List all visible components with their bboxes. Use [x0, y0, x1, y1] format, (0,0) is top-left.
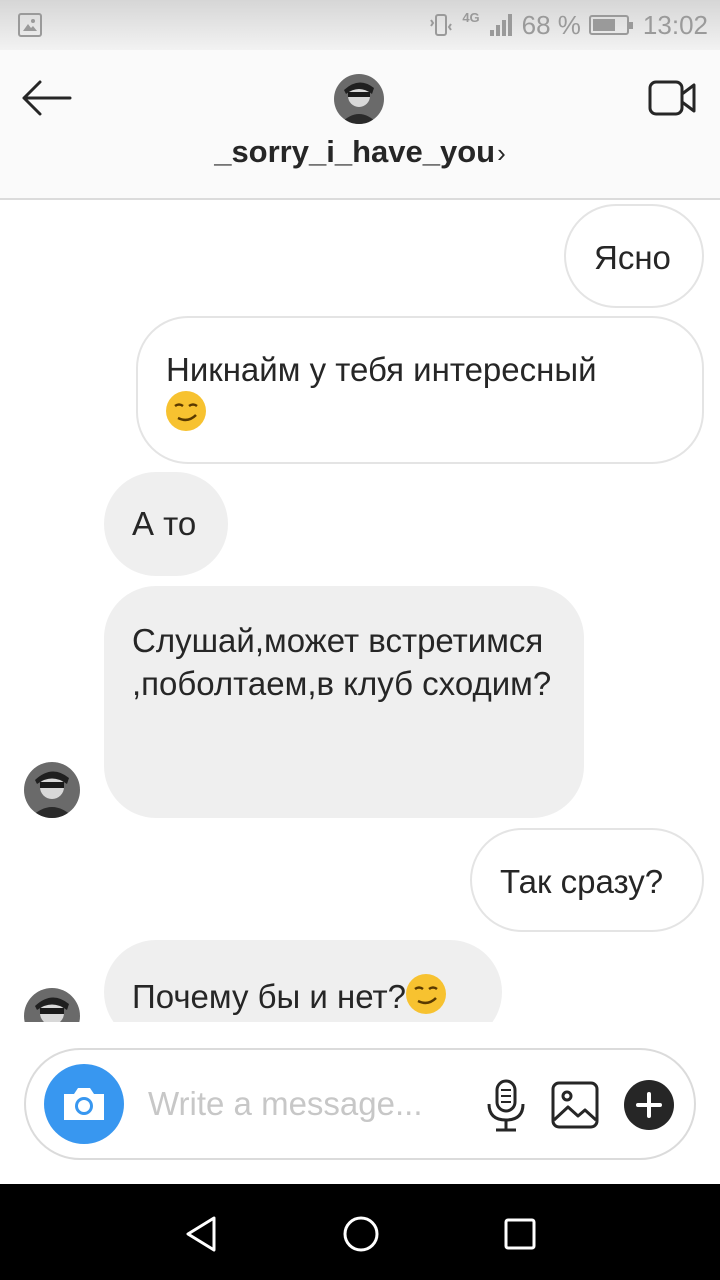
- clock: 13:02: [642, 9, 708, 40]
- camera-button[interactable]: [44, 1064, 124, 1144]
- network-type: 4G: [462, 10, 480, 25]
- status-bar: 4G 68 % 13:02: [0, 0, 720, 50]
- vibrate-icon: [430, 14, 453, 36]
- sender-avatar[interactable]: [24, 988, 80, 1022]
- message-bubble-sent[interactable]: Никнайм у тебя интересный: [136, 316, 704, 464]
- plus-icon: [636, 1092, 662, 1118]
- back-button[interactable]: [20, 78, 76, 118]
- smirk-emoji-icon: [166, 391, 206, 431]
- system-nav-bar: [0, 1184, 720, 1280]
- message-text: Слушай,может встретимся ,поболтаем,в клу…: [132, 622, 552, 702]
- chat-header: _sorry_i_have_you›: [0, 50, 720, 200]
- gallery-button[interactable]: [550, 1080, 600, 1130]
- header-avatar[interactable]: [334, 74, 384, 124]
- arrow-left-icon: [22, 80, 72, 116]
- image-notification-icon: [18, 13, 42, 37]
- message-text: А то: [132, 505, 197, 542]
- triangle-back-icon: [186, 1216, 216, 1252]
- nav-home-button[interactable]: [339, 1212, 383, 1256]
- square-recents-icon: [504, 1218, 536, 1250]
- video-camera-icon: [648, 80, 696, 116]
- nav-back-button[interactable]: [180, 1212, 224, 1256]
- microphone-icon: [487, 1079, 525, 1132]
- add-button[interactable]: [624, 1080, 674, 1130]
- message-list[interactable]: Ясно Никнайм у тебя интересный А то Слуш…: [0, 200, 720, 1022]
- video-call-button[interactable]: [648, 78, 698, 118]
- nav-recents-button[interactable]: [498, 1212, 542, 1256]
- camera-icon: [64, 1088, 104, 1120]
- chat-username[interactable]: _sorry_i_have_you›: [0, 134, 720, 170]
- sender-avatar[interactable]: [24, 762, 80, 818]
- message-bubble-received[interactable]: Почему бы и нет?: [104, 940, 502, 1022]
- message-composer: [24, 1048, 696, 1160]
- message-text: Так сразу?: [500, 863, 664, 900]
- message-bubble-sent[interactable]: Так сразу?: [470, 828, 704, 932]
- battery-icon: [588, 15, 633, 35]
- message-bubble-sent[interactable]: Ясно: [564, 204, 704, 308]
- battery-percent: 68 %: [521, 9, 581, 40]
- message-input[interactable]: [148, 1080, 458, 1128]
- message-bubble-received[interactable]: А то: [104, 472, 228, 576]
- microphone-button[interactable]: [484, 1078, 528, 1134]
- message-text: Ясно: [594, 239, 671, 276]
- chevron-right-icon: ›: [497, 138, 506, 168]
- message-bubble-received[interactable]: Слушай,может встретимся ,поболтаем,в клу…: [104, 586, 584, 818]
- signal-icon: [489, 14, 512, 36]
- message-text: Никнайм у тебя интересный: [166, 351, 597, 388]
- image-icon: [551, 1081, 599, 1129]
- smirk-emoji-icon: [405, 974, 446, 1014]
- username-text: _sorry_i_have_you: [214, 134, 496, 169]
- circle-home-icon: [343, 1216, 379, 1252]
- message-text: Почему бы и нет?: [132, 978, 406, 1015]
